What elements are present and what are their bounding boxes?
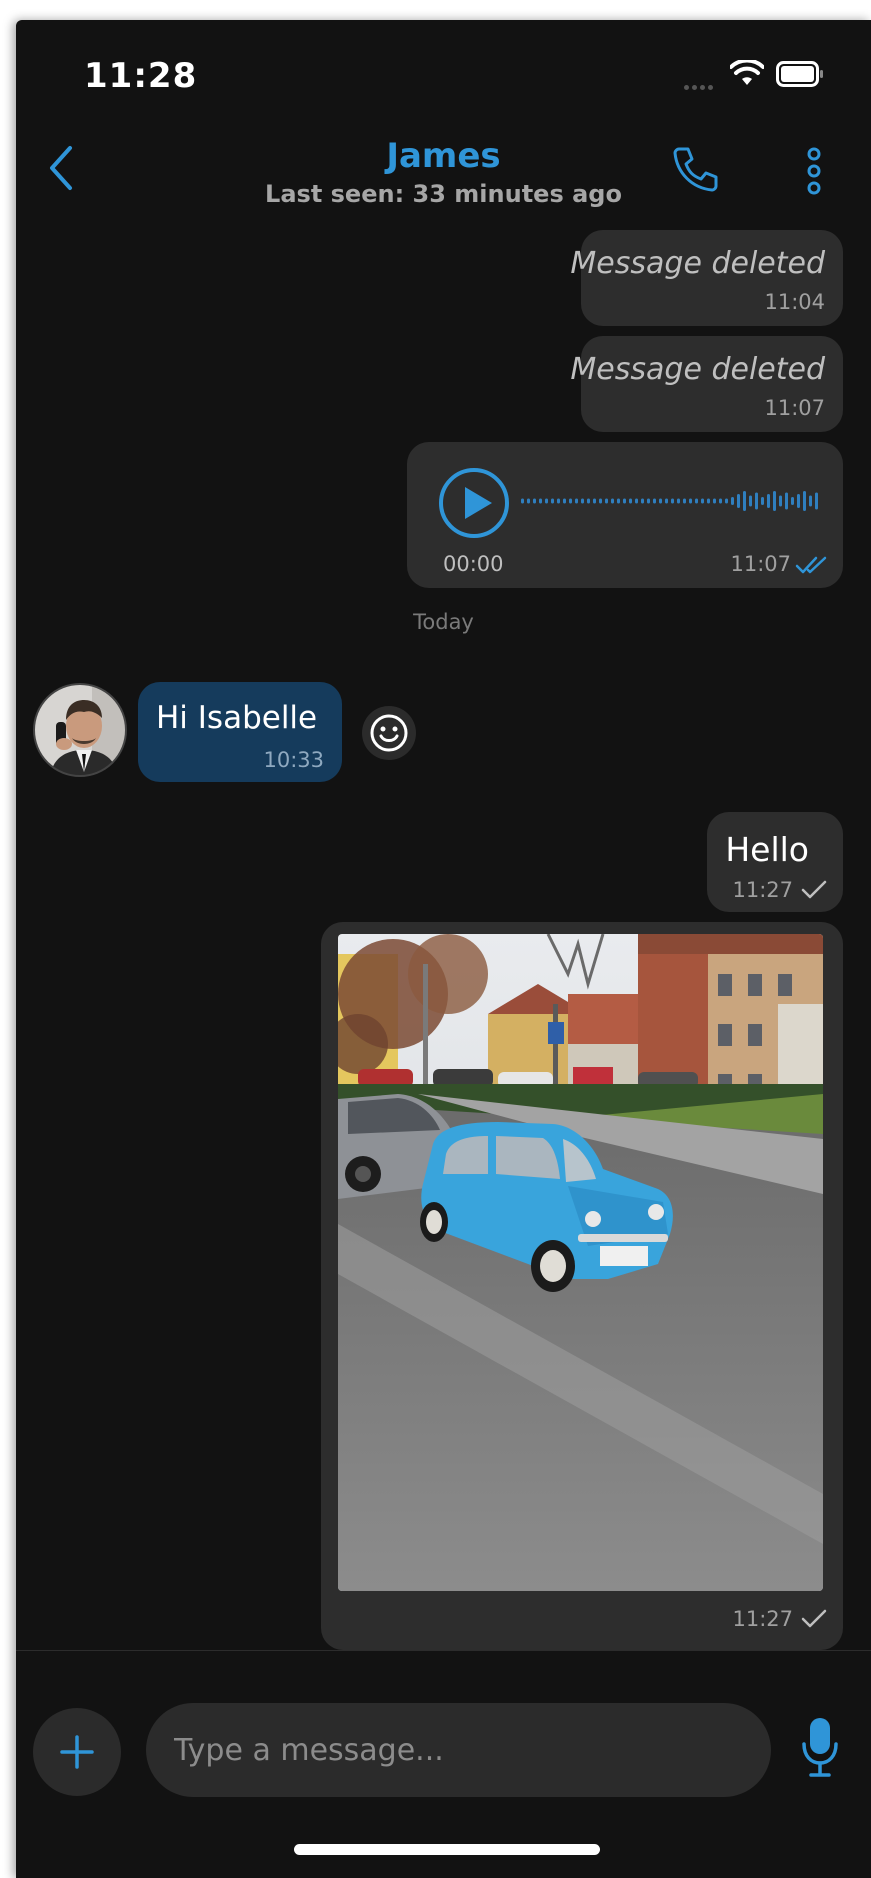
voice-waveform[interactable] bbox=[521, 484, 821, 518]
message-text: Hello bbox=[725, 830, 809, 869]
signal-icon bbox=[684, 75, 716, 94]
waveform-bar bbox=[683, 498, 686, 504]
waveform-bar bbox=[713, 498, 716, 504]
wifi-icon bbox=[730, 60, 764, 85]
waveform-bar bbox=[557, 498, 560, 504]
message-time: 11:04 bbox=[764, 290, 825, 314]
waveform-bar bbox=[725, 498, 728, 504]
waveform-bar bbox=[635, 498, 638, 504]
waveform-bar bbox=[647, 498, 650, 504]
message-input[interactable] bbox=[146, 1703, 771, 1797]
car-photo-image bbox=[338, 934, 823, 1591]
waveform-bar bbox=[527, 498, 530, 504]
waveform-bar bbox=[695, 498, 698, 504]
waveform-bar bbox=[677, 498, 680, 504]
more-vertical-icon[interactable] bbox=[806, 146, 822, 196]
waveform-bar bbox=[773, 491, 776, 511]
plus-icon[interactable] bbox=[59, 1734, 95, 1770]
waveform-bar bbox=[581, 498, 584, 504]
message-time: 11:07 bbox=[764, 396, 825, 420]
add-attachment-button[interactable] bbox=[33, 1708, 121, 1796]
deleted-message-text: Message deleted bbox=[570, 246, 825, 281]
waveform-bar bbox=[815, 492, 818, 510]
deleted-message-bubble[interactable]: Message deleted 11:07 bbox=[570, 336, 843, 432]
waveform-bar bbox=[605, 498, 608, 504]
waveform-bar bbox=[611, 498, 614, 504]
waveform-bar bbox=[623, 498, 626, 504]
waveform-bar bbox=[521, 498, 524, 504]
waveform-bar bbox=[785, 492, 788, 510]
check-icon bbox=[801, 880, 827, 899]
message-time: 10:33 bbox=[263, 748, 324, 772]
image-message-bubble[interactable]: 11:27 bbox=[321, 922, 843, 1650]
waveform-bar bbox=[755, 492, 758, 510]
check-icon bbox=[801, 1609, 827, 1628]
message-time: 11:27 bbox=[732, 878, 793, 902]
battery-icon bbox=[776, 61, 823, 87]
voice-message-bubble[interactable]: 00:00 11:07 bbox=[407, 442, 843, 588]
outgoing-message-bubble[interactable]: Hello 11:27 bbox=[707, 812, 843, 912]
waveform-bar bbox=[599, 498, 602, 504]
shared-photo[interactable] bbox=[338, 934, 823, 1591]
double-check-icon bbox=[795, 556, 827, 574]
contact-name[interactable]: James bbox=[16, 136, 871, 176]
waveform-bar bbox=[731, 497, 734, 505]
waveform-bar bbox=[593, 498, 596, 504]
waveform-bar bbox=[737, 494, 740, 508]
waveform-bar bbox=[575, 498, 578, 504]
message-time: 11:27 bbox=[732, 1607, 793, 1631]
waveform-bar bbox=[587, 498, 590, 504]
waveform-bar bbox=[767, 494, 770, 508]
waveform-bar bbox=[809, 495, 812, 507]
message-text: Hi Isabelle bbox=[156, 700, 318, 736]
waveform-bar bbox=[551, 498, 554, 504]
waveform-bar bbox=[653, 498, 656, 504]
deleted-message-text: Message deleted bbox=[570, 352, 825, 387]
waveform-bar bbox=[701, 498, 704, 504]
waveform-bar bbox=[569, 498, 572, 504]
waveform-bar bbox=[539, 498, 542, 504]
smiley-icon[interactable] bbox=[361, 705, 417, 761]
waveform-bar bbox=[803, 491, 806, 511]
voice-duration: 00:00 bbox=[443, 552, 504, 576]
play-icon[interactable] bbox=[437, 466, 511, 540]
waveform-bar bbox=[689, 498, 692, 504]
phone-icon[interactable] bbox=[670, 144, 720, 194]
waveform-bar bbox=[743, 491, 746, 511]
home-indicator[interactable] bbox=[294, 1844, 600, 1855]
waveform-bar bbox=[629, 498, 632, 504]
waveform-bar bbox=[707, 498, 710, 504]
waveform-bar bbox=[791, 497, 794, 505]
waveform-bar bbox=[641, 498, 644, 504]
waveform-bar bbox=[659, 498, 662, 504]
chat-screen: 11:28 James Last seen: 33 minutes ago Me… bbox=[16, 20, 871, 1878]
waveform-bar bbox=[545, 498, 548, 504]
waveform-bar bbox=[533, 498, 536, 504]
microphone-icon[interactable] bbox=[800, 1716, 840, 1780]
last-seen-status: Last seen: 33 minutes ago bbox=[265, 180, 622, 208]
deleted-message-bubble[interactable]: Message deleted 11:04 bbox=[570, 230, 843, 326]
waveform-bar bbox=[719, 498, 722, 504]
message-time: 11:07 bbox=[730, 552, 791, 576]
incoming-message-bubble[interactable]: Hi Isabelle 10:33 bbox=[138, 682, 342, 782]
waveform-bar bbox=[761, 497, 764, 505]
waveform-bar bbox=[563, 498, 566, 504]
waveform-bar bbox=[671, 498, 674, 504]
status-time: 11:28 bbox=[84, 56, 198, 96]
waveform-bar bbox=[779, 495, 782, 507]
waveform-bar bbox=[797, 494, 800, 508]
waveform-bar bbox=[749, 495, 752, 507]
avatar[interactable] bbox=[32, 682, 128, 778]
date-separator: Today bbox=[413, 610, 474, 634]
waveform-bar bbox=[617, 498, 620, 504]
waveform-bar bbox=[665, 498, 668, 504]
composer-divider bbox=[16, 1650, 871, 1651]
